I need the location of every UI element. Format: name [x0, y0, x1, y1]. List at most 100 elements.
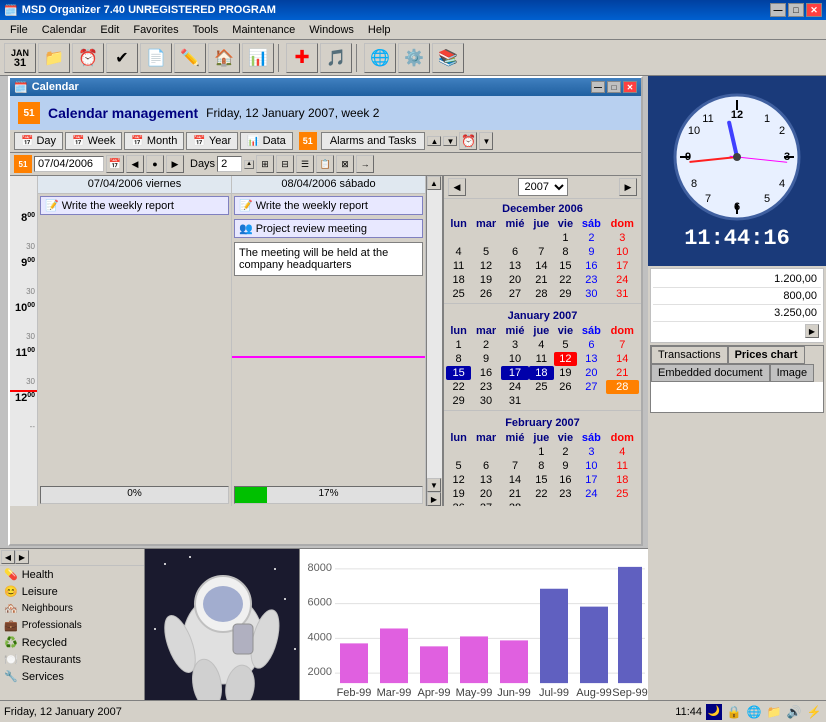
sidebar-next[interactable]: ▶: [15, 550, 29, 564]
sidebar-item-professionals[interactable]: 💼 Professionals: [0, 617, 144, 634]
d-24[interactable]: 24: [606, 273, 640, 287]
j-empty3[interactable]: [577, 394, 605, 408]
tab-week[interactable]: 📅 Week: [65, 132, 122, 150]
d-18[interactable]: 18: [446, 273, 471, 287]
j-31[interactable]: 31: [501, 394, 529, 408]
tab-alarm[interactable]: Alarms and Tasks: [321, 132, 426, 150]
toolbar-calc[interactable]: 📊: [242, 43, 274, 73]
f-empty4[interactable]: [529, 501, 553, 506]
toolbar-notes[interactable]: 📄: [140, 43, 172, 73]
j-8[interactable]: 8: [446, 352, 471, 366]
view-btn-3[interactable]: ☰: [296, 155, 314, 173]
j-23[interactable]: 23: [471, 380, 501, 394]
status-icon-4[interactable]: 🔊: [786, 704, 802, 720]
j-27[interactable]: 27: [577, 380, 605, 394]
status-icon-3[interactable]: 📁: [766, 704, 782, 720]
j-28[interactable]: 28: [606, 380, 640, 394]
menu-calendar[interactable]: Calendar: [36, 22, 93, 38]
year-select[interactable]: 2007 2006: [518, 178, 568, 196]
j-13[interactable]: 13: [577, 352, 605, 366]
j-24[interactable]: 24: [501, 380, 529, 394]
days-input[interactable]: [217, 156, 242, 172]
alarm-dropdown[interactable]: ▼: [479, 132, 493, 150]
view-btn-4[interactable]: 📋: [316, 155, 334, 173]
j-5[interactable]: 5: [554, 338, 578, 352]
status-icon-1[interactable]: 🔒: [726, 704, 742, 720]
date-input[interactable]: [34, 156, 104, 172]
j-2[interactable]: 2: [471, 338, 501, 352]
toolbar-internet[interactable]: 🌐: [364, 43, 396, 73]
tab-month[interactable]: 📅 Month: [124, 132, 184, 150]
j-empty[interactable]: [529, 394, 553, 408]
j-17[interactable]: 17: [501, 366, 529, 380]
f-15[interactable]: 15: [529, 473, 553, 487]
d-14[interactable]: 14: [529, 259, 553, 273]
alarm-nav-up[interactable]: ▲: [427, 136, 441, 146]
d-26[interactable]: 26: [471, 287, 501, 301]
j-14[interactable]: 14: [606, 352, 640, 366]
date-prev[interactable]: ◀: [126, 155, 144, 173]
sidebar-item-restaurants[interactable]: 🍽️ Restaurants: [0, 651, 144, 668]
j-25[interactable]: 25: [529, 380, 553, 394]
j-21[interactable]: 21: [606, 366, 640, 380]
view-btn-1[interactable]: ⊞: [256, 155, 274, 173]
d-10[interactable]: 10: [606, 245, 640, 259]
f-17[interactable]: 17: [577, 473, 605, 487]
j-1[interactable]: 1: [446, 338, 471, 352]
d-1[interactable]: 1: [554, 231, 578, 245]
f-9[interactable]: 9: [554, 459, 578, 473]
status-icon-5[interactable]: ⚡: [806, 704, 822, 720]
d-7[interactable]: 7: [529, 245, 553, 259]
menu-file[interactable]: File: [4, 22, 34, 38]
alarm-nav-down[interactable]: ▼: [443, 136, 457, 146]
j-20[interactable]: 20: [577, 366, 605, 380]
d-4[interactable]: 4: [446, 245, 471, 259]
scroll-right[interactable]: ▶: [427, 492, 441, 506]
col2-event2[interactable]: 👥 Project review meeting: [234, 219, 423, 238]
f-8[interactable]: 8: [529, 459, 553, 473]
sidebar-prev[interactable]: ◀: [1, 550, 15, 564]
f-1[interactable]: 1: [529, 445, 553, 459]
f-19[interactable]: 19: [446, 487, 471, 501]
j-29[interactable]: 29: [446, 394, 471, 408]
sidebar-item-health[interactable]: 💊 Health: [0, 566, 144, 583]
j-4[interactable]: 4: [529, 338, 553, 352]
f-11[interactable]: 11: [606, 459, 640, 473]
j-10[interactable]: 10: [501, 352, 529, 366]
panel-tab-transactions[interactable]: Transactions: [651, 346, 728, 364]
toolbar-book[interactable]: 📚: [432, 43, 464, 73]
days-spin-up[interactable]: ▲: [244, 160, 254, 169]
toolbar-settings[interactable]: ⚙️: [398, 43, 430, 73]
j-3[interactable]: 3: [501, 338, 529, 352]
menu-edit[interactable]: Edit: [94, 22, 125, 38]
toolbar-contacts[interactable]: 📁: [38, 43, 70, 73]
status-icon-2[interactable]: 🌐: [746, 704, 762, 720]
j-16[interactable]: 16: [471, 366, 501, 380]
f-empty6[interactable]: [577, 501, 605, 506]
j-6[interactable]: 6: [577, 338, 605, 352]
col1-event1[interactable]: 📝 Write the weekly report: [40, 196, 229, 215]
maximize-button[interactable]: □: [788, 3, 804, 17]
d-16[interactable]: 16: [577, 259, 605, 273]
toolbar-music[interactable]: 🎵: [320, 43, 352, 73]
f-13[interactable]: 13: [471, 473, 501, 487]
f-7[interactable]: 7: [501, 459, 529, 473]
d-20[interactable]: 20: [501, 273, 529, 287]
f-empty3[interactable]: [501, 445, 529, 459]
f-14[interactable]: 14: [501, 473, 529, 487]
values-scroll-right[interactable]: ▶: [805, 324, 819, 338]
j-12[interactable]: 12: [554, 352, 578, 366]
j-18[interactable]: 18: [529, 366, 553, 380]
d-empty[interactable]: [471, 231, 501, 245]
date-next[interactable]: ▶: [166, 155, 184, 173]
f-5[interactable]: 5: [446, 459, 471, 473]
f-2[interactable]: 2: [554, 445, 578, 459]
d-21[interactable]: 21: [529, 273, 553, 287]
panel-tab-embedded[interactable]: Embedded document: [651, 364, 770, 382]
j-9[interactable]: 9: [471, 352, 501, 366]
j-empty4[interactable]: [606, 394, 640, 408]
d-empty[interactable]: [446, 231, 471, 245]
f-26[interactable]: 26: [446, 501, 471, 506]
f-empty2[interactable]: [471, 445, 501, 459]
f-12[interactable]: 12: [446, 473, 471, 487]
